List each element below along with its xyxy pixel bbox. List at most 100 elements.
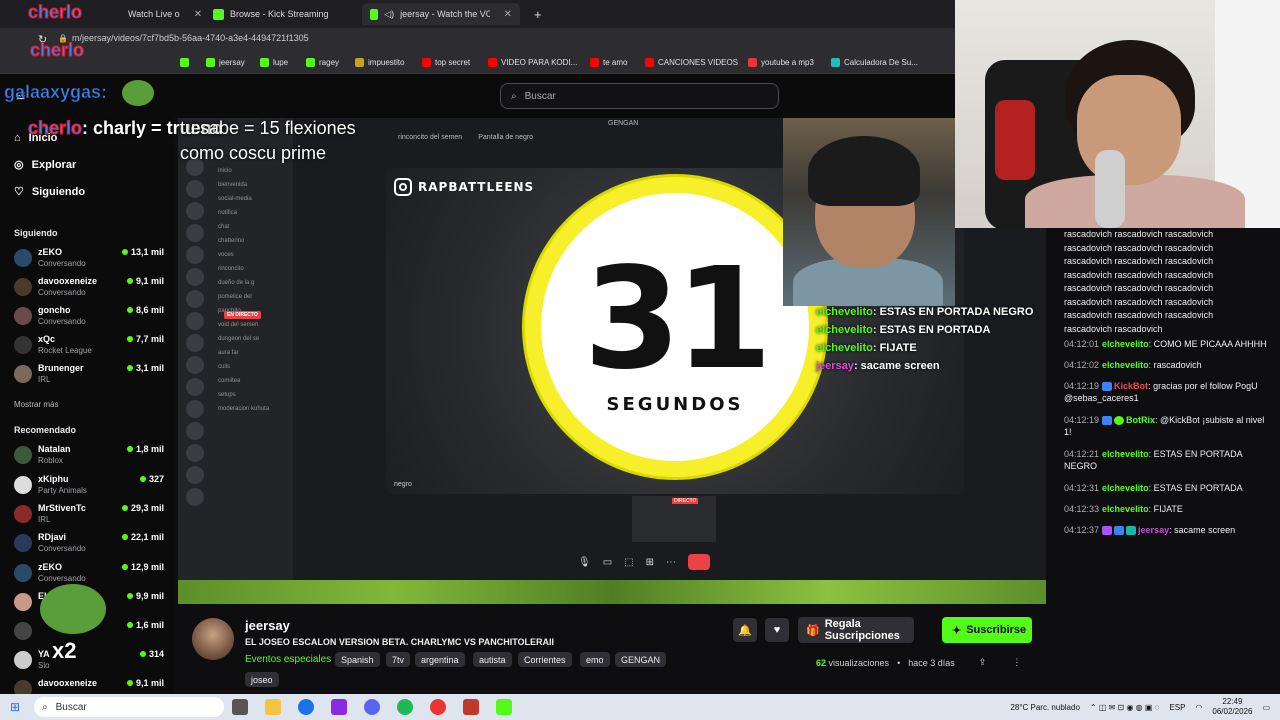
microphone-icon[interactable]: 🎙 [578,557,591,568]
bookmark-item[interactable]: jeersay [206,58,245,67]
subscribe-button[interactable]: ✦ Suscribirse [942,617,1032,643]
channel-name: zEKO [38,562,63,572]
tag[interactable]: autista [473,652,512,667]
activities-icon[interactable]: ⊞ [646,557,654,568]
heart-icon: ♡ [14,186,24,198]
channel-item[interactable]: MrStivenTc IRL 29,3 mil [14,503,164,529]
follow-button[interactable]: ♥ [765,618,789,642]
app-icon[interactable] [463,699,479,715]
streamer-avatar[interactable] [192,618,234,660]
hang-up-button[interactable] [688,554,710,570]
discord-channel: notifica [218,210,238,216]
obs-icon[interactable] [430,699,446,715]
bookmark-item[interactable]: youtube a mp3 [748,58,814,67]
wifi-icon[interactable]: ◠ [1195,703,1202,712]
more-icon[interactable]: ⋯ [666,557,676,568]
edge-icon[interactable] [298,699,314,715]
channel-category: Slo [38,661,50,670]
channel-item[interactable]: zEKO Conversando 12,9 mil [14,562,164,588]
task-view-icon[interactable] [232,699,248,715]
weather[interactable]: 28°C Parc. nublado [1010,703,1079,712]
channel-item[interactable]: zEKO Conversando 13,1 mil [14,247,164,273]
tag[interactable]: Corrientes [518,652,572,667]
close-icon[interactable]: ✕ [504,9,512,20]
channel-item[interactable]: goncho Conversando 8,6 mil [14,305,164,331]
screen-share-icon[interactable]: ⬚ [624,557,633,568]
search-input[interactable]: ⌕ Buscar [500,83,779,109]
streamer-webcam [955,0,1280,228]
kick-icon[interactable] [496,699,512,715]
channel-item[interactable]: davooxeneize Conversando 9,1 mil [14,276,164,302]
browser-tab-active[interactable]: ◁) jeersay - Watch the VOD on K ✕ [362,3,520,25]
tag[interactable]: 7tv [386,652,411,667]
channel-name: YA [38,649,50,659]
viewers: 12,9 mil [130,562,164,572]
viewers: 7,7 mil [135,334,164,344]
bookmark-item[interactable]: top secret [422,58,470,67]
tag[interactable]: Spanish [335,652,380,667]
channel-item[interactable]: Natalan Roblox 1,8 mil [14,444,164,470]
tray-icons[interactable]: ⌃ ◫ ✉ ⊡ ◉ ◍ ▣ ◌ [1090,703,1160,712]
notification-icon[interactable]: ▭ [1262,703,1270,712]
streamer-name[interactable]: jeersay [245,618,290,633]
tag[interactable]: argentina [415,652,465,667]
browser-tab[interactable]: Browse - Kick Streaming✕ [205,3,381,25]
taskbar-search[interactable]: ⌕ Buscar [34,697,224,717]
new-tab-button[interactable]: + [526,3,550,25]
overlay-chat-user: elchevelito [816,324,873,336]
tag[interactable]: GENGAN [615,652,667,667]
channel-item[interactable]: RDjavi Conversando 22,1 mil [14,532,164,558]
clock[interactable]: 22:49 06/02/2026 [1212,697,1252,717]
notification-bell-button[interactable]: 🔔 [733,618,757,642]
bookmark-item[interactable]: CANCIONES VIDEOS [645,58,738,67]
show-more-link[interactable]: Mostrar más [14,400,58,409]
chat-user[interactable]: elchevelito [1102,449,1149,459]
camera-icon[interactable]: ▭ [603,557,612,568]
chat-user[interactable]: jeersay [1138,525,1169,535]
browser-tab[interactable]: Watch Live o ✕ [120,3,210,25]
overlay-username: cherlo [27,118,83,139]
viewer-count: 9,9 mil [126,591,164,601]
bookmark-item[interactable]: Calculadora De Su... [831,58,918,67]
live-dot-icon [121,534,128,540]
bookmark-item[interactable]: lupe [260,58,288,67]
windows-start-icon[interactable]: ⊞ [10,700,20,714]
chat-user[interactable]: elchevelito [1102,483,1149,493]
countdown-number: 31 [583,237,773,401]
channel-item[interactable]: xKiphu Party Animals 327 [14,474,164,500]
nav-explorar[interactable]: ◎ Explorar [14,158,76,172]
nav-siguiendo[interactable]: ♡ Siguiendo [14,185,85,199]
language[interactable]: ESP [1169,703,1185,712]
bookmark-item[interactable]: VIDEO PARA KODI... [488,58,577,67]
share-icon[interactable]: ⇪ [979,657,987,668]
tag[interactable]: joseo [245,672,279,687]
chat-message: 04:12:01 elchevelito: COMO ME PICAAA AHHH… [1064,338,1274,350]
viewer-count: 1,8 mil [126,444,164,454]
close-icon[interactable]: ✕ [194,9,202,20]
channel-item[interactable]: xQc Rocket League 7,7 mil [14,334,164,360]
chat-text: rascadovich rascadovich rascadovich [1064,310,1214,320]
url-field[interactable]: m/jeersay/videos/7cf7bd5b-56aa-4740-a3e4… [72,33,309,43]
bookmark-item[interactable] [180,58,189,67]
channel-item[interactable]: Brunenger IRL 3,1 mil [14,363,164,389]
bookmark-item[interactable]: impuestito [355,58,404,67]
chat-user[interactable]: BotRix [1126,415,1155,425]
chat-user[interactable]: elchevelito [1102,504,1149,514]
file-explorer-icon[interactable] [265,699,281,715]
chat-user[interactable]: elchevelito [1102,339,1149,349]
bookmark-item[interactable]: te amo [590,58,627,67]
chat-user[interactable]: elchevelito [1102,360,1149,370]
chat-text: : FIJATE [1148,504,1183,514]
more-options-icon[interactable]: ⋮ [1012,657,1021,668]
channel-item[interactable]: YA Slo 314 [14,649,164,675]
discord-channel: chatterino [218,238,245,244]
chat-user[interactable]: KickBot [1114,381,1148,391]
tag[interactable]: emo [580,652,610,667]
gift-subs-button[interactable]: 🎁 Regala Suscripciones [798,617,914,643]
app-icon[interactable] [331,699,347,715]
spotify-icon[interactable] [397,699,413,715]
category-link[interactable]: Eventos especiales [245,654,331,665]
viewers: 9,1 mil [135,276,164,286]
bookmark-item[interactable]: ragey [306,58,339,67]
discord-icon[interactable] [364,699,380,715]
